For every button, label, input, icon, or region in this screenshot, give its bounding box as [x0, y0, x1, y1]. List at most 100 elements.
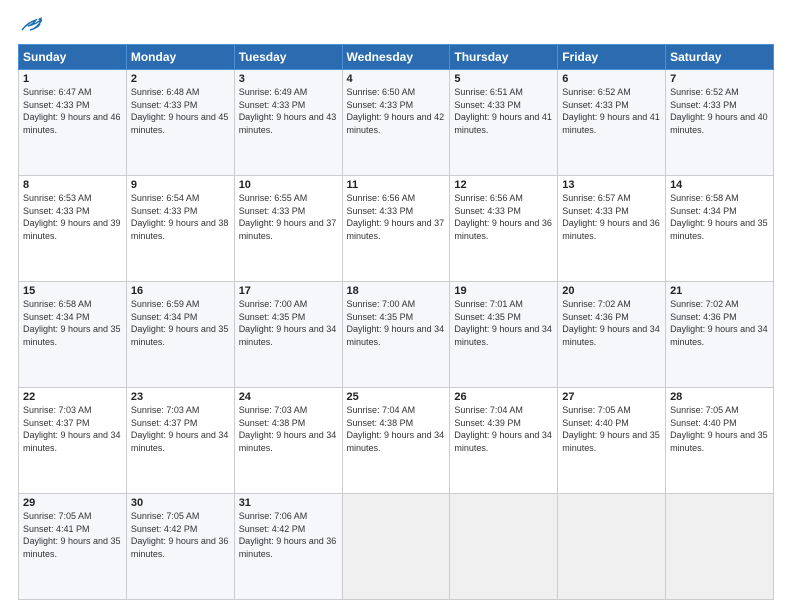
- calendar-week-4: 22 Sunrise: 7:03 AMSunset: 4:37 PMDaylig…: [19, 388, 774, 494]
- weekday-header-row: SundayMondayTuesdayWednesdayThursdayFrid…: [19, 45, 774, 70]
- cell-content: Sunrise: 7:05 AMSunset: 4:42 PMDaylight:…: [131, 511, 229, 559]
- cell-content: Sunrise: 6:52 AMSunset: 4:33 PMDaylight:…: [670, 87, 768, 135]
- cell-content: Sunrise: 6:51 AMSunset: 4:33 PMDaylight:…: [454, 87, 552, 135]
- day-number: 24: [239, 391, 338, 403]
- cell-content: Sunrise: 6:58 AMSunset: 4:34 PMDaylight:…: [670, 193, 768, 241]
- day-number: 21: [670, 285, 769, 297]
- cell-content: Sunrise: 7:05 AMSunset: 4:40 PMDaylight:…: [670, 405, 768, 453]
- calendar-header: SundayMondayTuesdayWednesdayThursdayFrid…: [19, 45, 774, 70]
- calendar-cell: 14 Sunrise: 6:58 AMSunset: 4:34 PMDaylig…: [666, 176, 774, 282]
- day-number: 10: [239, 179, 338, 191]
- calendar-cell: 19 Sunrise: 7:01 AMSunset: 4:35 PMDaylig…: [450, 282, 558, 388]
- weekday-header-wednesday: Wednesday: [342, 45, 450, 70]
- cell-content: Sunrise: 7:02 AMSunset: 4:36 PMDaylight:…: [670, 299, 768, 347]
- calendar-week-3: 15 Sunrise: 6:58 AMSunset: 4:34 PMDaylig…: [19, 282, 774, 388]
- day-number: 20: [562, 285, 661, 297]
- calendar-cell: 5 Sunrise: 6:51 AMSunset: 4:33 PMDayligh…: [450, 70, 558, 176]
- cell-content: Sunrise: 6:52 AMSunset: 4:33 PMDaylight:…: [562, 87, 660, 135]
- cell-content: Sunrise: 7:02 AMSunset: 4:36 PMDaylight:…: [562, 299, 660, 347]
- calendar-week-1: 1 Sunrise: 6:47 AMSunset: 4:33 PMDayligh…: [19, 70, 774, 176]
- calendar-cell: 31 Sunrise: 7:06 AMSunset: 4:42 PMDaylig…: [234, 494, 342, 600]
- cell-content: Sunrise: 6:59 AMSunset: 4:34 PMDaylight:…: [131, 299, 229, 347]
- calendar-cell: 16 Sunrise: 6:59 AMSunset: 4:34 PMDaylig…: [126, 282, 234, 388]
- cell-content: Sunrise: 7:00 AMSunset: 4:35 PMDaylight:…: [347, 299, 445, 347]
- weekday-header-saturday: Saturday: [666, 45, 774, 70]
- day-number: 26: [454, 391, 553, 403]
- cell-content: Sunrise: 7:04 AMSunset: 4:39 PMDaylight:…: [454, 405, 552, 453]
- day-number: 6: [562, 73, 661, 85]
- cell-content: Sunrise: 7:05 AMSunset: 4:41 PMDaylight:…: [23, 511, 121, 559]
- calendar-cell: 26 Sunrise: 7:04 AMSunset: 4:39 PMDaylig…: [450, 388, 558, 494]
- calendar-cell: 3 Sunrise: 6:49 AMSunset: 4:33 PMDayligh…: [234, 70, 342, 176]
- logo-text: [18, 16, 42, 34]
- calendar-cell: 24 Sunrise: 7:03 AMSunset: 4:38 PMDaylig…: [234, 388, 342, 494]
- day-number: 17: [239, 285, 338, 297]
- calendar-cell: 25 Sunrise: 7:04 AMSunset: 4:38 PMDaylig…: [342, 388, 450, 494]
- day-number: 13: [562, 179, 661, 191]
- cell-content: Sunrise: 6:48 AMSunset: 4:33 PMDaylight:…: [131, 87, 229, 135]
- day-number: 11: [347, 179, 446, 191]
- calendar-cell: [558, 494, 666, 600]
- calendar-cell: 23 Sunrise: 7:03 AMSunset: 4:37 PMDaylig…: [126, 388, 234, 494]
- day-number: 18: [347, 285, 446, 297]
- calendar-week-5: 29 Sunrise: 7:05 AMSunset: 4:41 PMDaylig…: [19, 494, 774, 600]
- header: [18, 16, 774, 34]
- day-number: 29: [23, 497, 122, 509]
- day-number: 14: [670, 179, 769, 191]
- day-number: 7: [670, 73, 769, 85]
- cell-content: Sunrise: 6:55 AMSunset: 4:33 PMDaylight:…: [239, 193, 337, 241]
- calendar-week-2: 8 Sunrise: 6:53 AMSunset: 4:33 PMDayligh…: [19, 176, 774, 282]
- calendar-cell: 11 Sunrise: 6:56 AMSunset: 4:33 PMDaylig…: [342, 176, 450, 282]
- calendar: SundayMondayTuesdayWednesdayThursdayFrid…: [18, 44, 774, 600]
- day-number: 12: [454, 179, 553, 191]
- calendar-cell: 10 Sunrise: 6:55 AMSunset: 4:33 PMDaylig…: [234, 176, 342, 282]
- cell-content: Sunrise: 6:57 AMSunset: 4:33 PMDaylight:…: [562, 193, 660, 241]
- day-number: 30: [131, 497, 230, 509]
- day-number: 9: [131, 179, 230, 191]
- calendar-cell: 12 Sunrise: 6:56 AMSunset: 4:33 PMDaylig…: [450, 176, 558, 282]
- calendar-cell: 21 Sunrise: 7:02 AMSunset: 4:36 PMDaylig…: [666, 282, 774, 388]
- calendar-cell: 7 Sunrise: 6:52 AMSunset: 4:33 PMDayligh…: [666, 70, 774, 176]
- cell-content: Sunrise: 7:01 AMSunset: 4:35 PMDaylight:…: [454, 299, 552, 347]
- cell-content: Sunrise: 6:53 AMSunset: 4:33 PMDaylight:…: [23, 193, 121, 241]
- cell-content: Sunrise: 6:50 AMSunset: 4:33 PMDaylight:…: [347, 87, 445, 135]
- calendar-cell: 1 Sunrise: 6:47 AMSunset: 4:33 PMDayligh…: [19, 70, 127, 176]
- weekday-header-monday: Monday: [126, 45, 234, 70]
- day-number: 5: [454, 73, 553, 85]
- calendar-body: 1 Sunrise: 6:47 AMSunset: 4:33 PMDayligh…: [19, 70, 774, 600]
- day-number: 23: [131, 391, 230, 403]
- cell-content: Sunrise: 6:58 AMSunset: 4:34 PMDaylight:…: [23, 299, 121, 347]
- cell-content: Sunrise: 7:03 AMSunset: 4:37 PMDaylight:…: [131, 405, 229, 453]
- calendar-cell: 29 Sunrise: 7:05 AMSunset: 4:41 PMDaylig…: [19, 494, 127, 600]
- cell-content: Sunrise: 7:06 AMSunset: 4:42 PMDaylight:…: [239, 511, 337, 559]
- calendar-cell: 6 Sunrise: 6:52 AMSunset: 4:33 PMDayligh…: [558, 70, 666, 176]
- cell-content: Sunrise: 6:49 AMSunset: 4:33 PMDaylight:…: [239, 87, 337, 135]
- day-number: 22: [23, 391, 122, 403]
- calendar-cell: 9 Sunrise: 6:54 AMSunset: 4:33 PMDayligh…: [126, 176, 234, 282]
- day-number: 28: [670, 391, 769, 403]
- calendar-cell: 20 Sunrise: 7:02 AMSunset: 4:36 PMDaylig…: [558, 282, 666, 388]
- cell-content: Sunrise: 6:56 AMSunset: 4:33 PMDaylight:…: [454, 193, 552, 241]
- page: SundayMondayTuesdayWednesdayThursdayFrid…: [0, 0, 792, 612]
- calendar-cell: 8 Sunrise: 6:53 AMSunset: 4:33 PMDayligh…: [19, 176, 127, 282]
- cell-content: Sunrise: 7:00 AMSunset: 4:35 PMDaylight:…: [239, 299, 337, 347]
- logo: [18, 16, 42, 34]
- calendar-cell: 13 Sunrise: 6:57 AMSunset: 4:33 PMDaylig…: [558, 176, 666, 282]
- logo-bird-icon: [20, 16, 42, 34]
- day-number: 31: [239, 497, 338, 509]
- calendar-cell: 4 Sunrise: 6:50 AMSunset: 4:33 PMDayligh…: [342, 70, 450, 176]
- cell-content: Sunrise: 7:03 AMSunset: 4:37 PMDaylight:…: [23, 405, 121, 453]
- weekday-header-tuesday: Tuesday: [234, 45, 342, 70]
- cell-content: Sunrise: 7:05 AMSunset: 4:40 PMDaylight:…: [562, 405, 660, 453]
- weekday-header-sunday: Sunday: [19, 45, 127, 70]
- calendar-cell: 15 Sunrise: 6:58 AMSunset: 4:34 PMDaylig…: [19, 282, 127, 388]
- calendar-cell: 30 Sunrise: 7:05 AMSunset: 4:42 PMDaylig…: [126, 494, 234, 600]
- day-number: 4: [347, 73, 446, 85]
- day-number: 15: [23, 285, 122, 297]
- calendar-cell: [450, 494, 558, 600]
- calendar-cell: 2 Sunrise: 6:48 AMSunset: 4:33 PMDayligh…: [126, 70, 234, 176]
- calendar-cell: 18 Sunrise: 7:00 AMSunset: 4:35 PMDaylig…: [342, 282, 450, 388]
- calendar-cell: [666, 494, 774, 600]
- weekday-header-friday: Friday: [558, 45, 666, 70]
- weekday-header-thursday: Thursday: [450, 45, 558, 70]
